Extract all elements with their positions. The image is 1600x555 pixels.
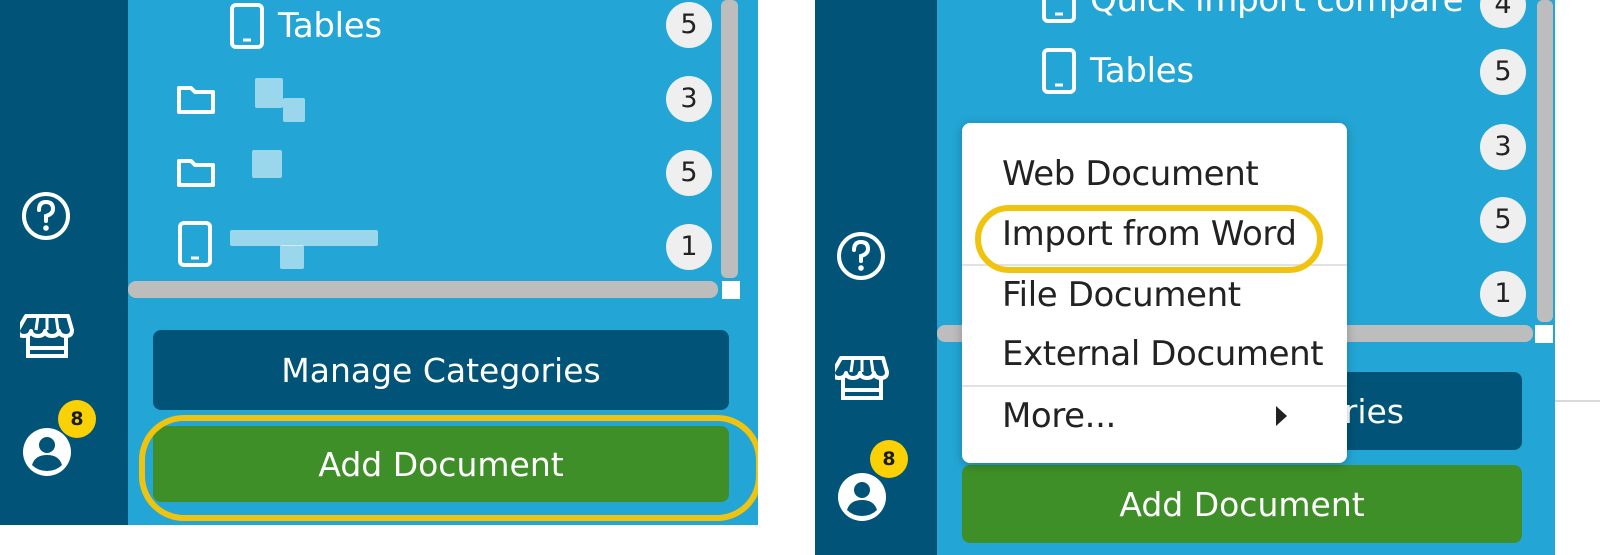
tree-item-folder[interactable] (176, 146, 216, 198)
add-document-highlight-ring (139, 415, 758, 521)
add-document-button[interactable]: Add Document (962, 465, 1522, 543)
tree-item-label: Tables (1090, 51, 1194, 91)
item-count-badge: 5 (666, 150, 712, 196)
vertical-scrollbar[interactable] (721, 0, 738, 278)
tablet-icon (1042, 48, 1076, 94)
redacted-label (280, 245, 304, 269)
tree-item-quick-import[interactable]: Quick import compare (1040, 0, 1464, 26)
menu-item-more-label: More... (1002, 396, 1116, 436)
folder-icon (177, 86, 215, 114)
item-count-badge: 5 (666, 2, 712, 48)
item-count-badge: 1 (666, 224, 712, 270)
notification-badge: 8 (870, 440, 908, 478)
tablet-icon (178, 221, 212, 267)
tree-item-folder[interactable] (176, 73, 216, 125)
store-icon[interactable] (835, 352, 889, 402)
scroll-corner (1535, 325, 1553, 343)
redacted-label (230, 230, 378, 246)
item-count-badge: 3 (1480, 124, 1526, 170)
user-account-icon[interactable] (835, 470, 889, 524)
import-from-word-highlight-ring (975, 205, 1323, 273)
tablet-icon (230, 3, 264, 49)
manage-categories-label: ries (1343, 391, 1404, 431)
item-count-badge: 5 (1480, 49, 1526, 95)
notification-badge: 8 (58, 400, 96, 438)
right-screenshot-panel: 8 Quick import compare 4 Tables 5 3 5 1 … (815, 0, 1600, 555)
submenu-arrow-icon (1276, 406, 1287, 426)
redacted-label (255, 78, 283, 108)
redacted-label (252, 150, 282, 178)
content-divider (1555, 400, 1600, 402)
horizontal-scrollbar[interactable] (128, 281, 718, 298)
folder-icon (177, 159, 215, 187)
tree-item-tables[interactable]: Tables (228, 0, 382, 52)
add-document-menu: Web Document Import from Word File Docum… (962, 123, 1347, 463)
item-count-badge: 1 (1480, 271, 1526, 317)
vertical-scrollbar[interactable] (1537, 0, 1553, 322)
left-screenshot-panel: 8 Tables 5 3 5 1 Manage Categories Add D… (0, 0, 758, 525)
manage-categories-button[interactable]: Manage Categories (153, 330, 729, 410)
item-count-badge: 5 (1480, 197, 1526, 243)
tree-item-label: Quick import compare (1090, 0, 1464, 20)
redacted-label (283, 98, 305, 122)
tree-item-tablet[interactable] (176, 218, 214, 270)
tree-item-tables[interactable]: Tables (1040, 45, 1194, 97)
item-count-badge: 3 (666, 76, 712, 122)
menu-item-web-document[interactable]: Web Document (962, 145, 1347, 203)
help-icon[interactable] (20, 190, 72, 242)
menu-item-more[interactable]: More... (962, 387, 1347, 445)
help-icon[interactable] (835, 230, 887, 282)
store-icon[interactable] (20, 310, 74, 360)
tablet-icon (1042, 0, 1076, 23)
menu-item-file-document[interactable]: File Document (962, 266, 1347, 324)
scroll-corner (722, 281, 740, 299)
tree-item-label: Tables (278, 6, 382, 46)
menu-item-external-document[interactable]: External Document (962, 325, 1347, 383)
